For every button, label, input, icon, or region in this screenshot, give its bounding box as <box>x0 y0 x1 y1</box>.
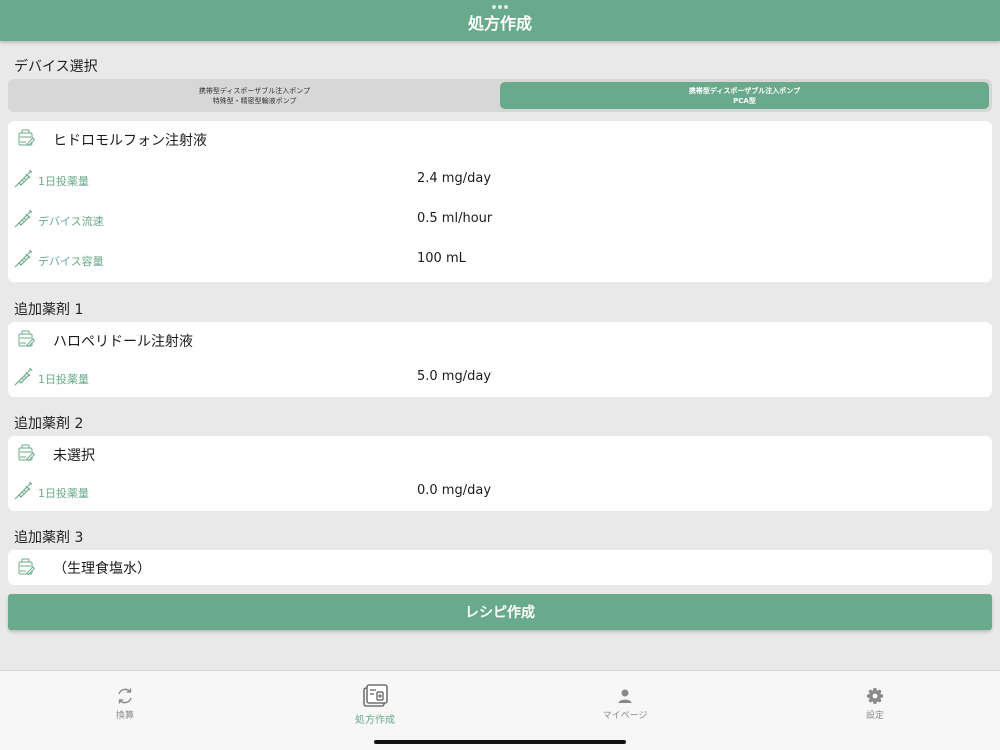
create-recipe-button[interactable]: レシピ作成 <box>8 594 992 630</box>
additional-drug-3-name: （生理食塩水） <box>53 561 151 577</box>
param-value[interactable]: 0.5 ml/hour <box>417 211 492 226</box>
device-option-precision-pump[interactable]: 携帯型ディスポーザブル注入ポンプ 特殊型・精密型輸液ポンプ <box>11 82 498 109</box>
additional-drug-1-label: 追加薬剤 1 <box>14 302 84 318</box>
additional-drug-2-name: 未選択 <box>53 448 95 464</box>
home-indicator[interactable] <box>374 740 626 744</box>
main-drug-name: ヒドロモルフォン注射液 <box>53 133 207 149</box>
medicine-bottle-icon <box>17 558 35 576</box>
device-option-line1: 携帯型ディスポーザブル注入ポンプ <box>198 86 311 95</box>
param-label: 1日投薬量 <box>38 175 89 188</box>
param-label: デバイス流速 <box>38 215 104 228</box>
param-row-daily-dose[interactable]: 1日投薬量 0.0 mg/day <box>8 480 992 504</box>
additional-drug-2-card: 未選択 1日投薬量 0.0 mg/day <box>8 436 992 511</box>
param-label: 1日投薬量 <box>38 373 89 386</box>
param-label: 1日投薬量 <box>38 487 89 500</box>
gear-icon <box>867 688 883 704</box>
main-drug-selector[interactable]: ヒドロモルフォン注射液 <box>8 121 992 157</box>
device-section-label: デバイス選択 <box>14 59 98 75</box>
tab-prescription[interactable]: 処方作成 <box>315 683 435 726</box>
syringe-icon <box>13 249 33 269</box>
device-segmented-control: 携帯型ディスポーザブル注入ポンプ 特殊型・精密型輸液ポンプ 携帯型ディスポーザブ… <box>8 79 992 112</box>
additional-drug-2-label: 追加薬剤 2 <box>14 416 84 432</box>
param-row-daily-dose[interactable]: 1日投薬量 5.0 mg/day <box>8 366 992 390</box>
tab-label: 設定 <box>865 711 884 721</box>
multitask-dots-icon[interactable] <box>492 5 508 9</box>
device-option-pca-pump[interactable]: 携帯型ディスポーザブル注入ポンプ PCA型 <box>500 82 989 109</box>
param-value[interactable]: 2.4 mg/day <box>417 171 491 186</box>
syringe-icon <box>13 209 33 229</box>
param-value[interactable]: 0.0 mg/day <box>417 483 491 498</box>
param-row-device-volume[interactable]: デバイス容量 100 mL <box>8 248 992 272</box>
param-label: デバイス容量 <box>38 255 104 268</box>
tab-conversion[interactable]: 換算 <box>65 686 185 721</box>
additional-drug-1-selector[interactable]: ハロペリドール注射液 <box>8 322 992 358</box>
tab-label: 換算 <box>115 711 134 721</box>
page-title: 処方作成 <box>467 14 532 33</box>
convert-icon <box>118 688 132 704</box>
param-value[interactable]: 100 mL <box>417 251 466 266</box>
additional-drug-3-card: （生理食塩水） <box>8 550 992 585</box>
device-option-line1: 携帯型ディスポーザブル注入ポンプ <box>688 86 801 95</box>
main-drug-card: ヒドロモルフォン注射液 1日投薬量 2.4 mg/day デバイス流速 0.5 … <box>8 121 992 282</box>
nav-header: 処方作成 <box>0 0 1000 41</box>
param-row-flow-rate[interactable]: デバイス流速 0.5 ml/hour <box>8 208 992 232</box>
param-row-daily-dose[interactable]: 1日投薬量 2.4 mg/day <box>8 168 992 192</box>
syringe-icon <box>13 367 33 387</box>
tab-label: 処方作成 <box>355 715 395 726</box>
medicine-bottle-icon <box>17 444 35 462</box>
prescription-icon <box>363 684 388 707</box>
additional-drug-1-name: ハロペリドール注射液 <box>53 334 193 350</box>
param-value[interactable]: 5.0 mg/day <box>417 369 491 384</box>
additional-drug-2-selector[interactable]: 未選択 <box>8 436 992 472</box>
syringe-icon <box>13 481 33 501</box>
syringe-icon <box>13 169 33 189</box>
additional-drug-3-label: 追加薬剤 3 <box>14 530 84 546</box>
device-option-line2: 特殊型・精密型輸液ポンプ <box>212 96 297 105</box>
tab-mypage[interactable]: マイページ <box>565 686 685 721</box>
tab-settings[interactable]: 設定 <box>815 686 935 721</box>
tab-label: マイページ <box>602 711 648 721</box>
additional-drug-3-selector[interactable]: （生理食塩水） <box>8 550 992 586</box>
medicine-bottle-icon <box>17 330 35 348</box>
medicine-bottle-icon <box>17 129 35 147</box>
tab-bar: 換算 処方作成 マイページ 設定 <box>0 670 1000 750</box>
device-option-line2: PCA型 <box>733 96 756 105</box>
additional-drug-1-card: ハロペリドール注射液 1日投薬量 5.0 mg/day <box>8 322 992 397</box>
person-icon <box>618 689 632 703</box>
